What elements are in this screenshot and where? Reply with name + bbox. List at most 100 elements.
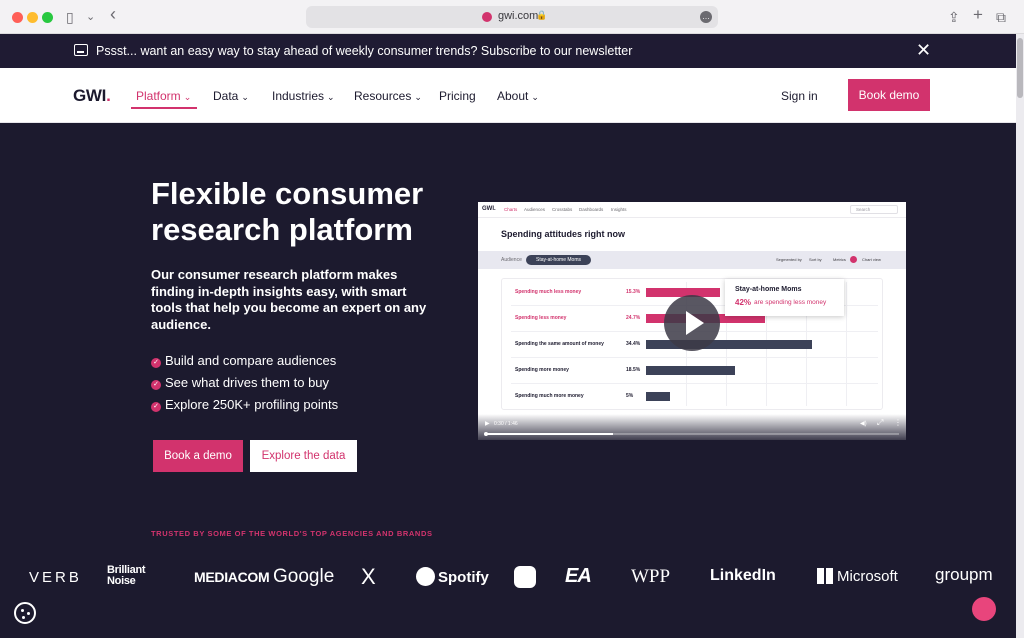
video-time: 0:30 / 1:46: [494, 421, 518, 427]
video-tab: Insights: [611, 207, 627, 212]
menu-icon[interactable]: ⋮: [894, 418, 902, 427]
product-video[interactable]: GWI. Charts Audiences Crosstabs Dashboar…: [478, 202, 906, 440]
video-chart-title: Spending attitudes right now: [501, 229, 625, 239]
video-control-label: Metrics: [833, 257, 846, 262]
volume-icon[interactable]: ◀): [860, 420, 867, 427]
scrollbar-thumb[interactable]: [1017, 38, 1023, 98]
chevron-down-icon: ⌄: [531, 92, 539, 102]
feature-bullet: ✓ Explore 250K+ profiling points: [151, 397, 338, 412]
metrics-badge: [850, 256, 857, 263]
brand-logo-google: Google: [273, 566, 335, 587]
close-window-button[interactable]: [12, 12, 23, 23]
chevron-down-icon: ⌄: [414, 92, 422, 102]
chart-row-label: Spending much more money: [515, 393, 584, 399]
maximize-window-button[interactable]: [42, 12, 53, 23]
video-control-label: Chart view: [862, 257, 881, 262]
newsletter-banner-text[interactable]: Pssst... want an easy way to stay ahead …: [96, 44, 632, 58]
close-icon[interactable]: ✕: [916, 40, 931, 61]
url-text: gwi.com: [498, 10, 539, 22]
new-tab-icon[interactable]: +: [973, 6, 983, 24]
check-icon: ✓: [151, 358, 161, 368]
check-icon: ✓: [151, 380, 161, 390]
brand-logo-linkedin: LinkedIn: [710, 567, 776, 584]
video-tab: Dashboards: [579, 207, 604, 212]
snapchat-icon: [514, 566, 536, 588]
spotify-icon: [416, 567, 435, 586]
chart-bar: [646, 392, 670, 401]
nav-active-indicator: [131, 107, 197, 109]
back-icon[interactable]: ‹: [110, 5, 116, 23]
fullscreen-icon[interactable]: ⤢: [877, 418, 883, 428]
video-tab: Charts: [504, 207, 518, 212]
video-tab: Audiences: [524, 207, 546, 212]
newsletter-icon: [74, 44, 88, 56]
page-scrollbar[interactable]: [1016, 34, 1024, 638]
brand-logo-groupm: groupm: [935, 565, 993, 584]
video-logo: GWI.: [482, 206, 496, 212]
brand-logo-verb: VERB: [29, 569, 82, 586]
video-controls: [478, 414, 906, 440]
feature-bullet: ✓ See what drives them to buy: [151, 375, 329, 390]
main-navigation: GWI. Platform ⌄ Data ⌄ Industries ⌄ Resourc…: [0, 68, 1016, 123]
chart-row-value: 18.5%: [626, 367, 641, 373]
microsoft-icon: [817, 568, 833, 584]
feature-bullet: ✓ Build and compare audiences: [151, 353, 336, 368]
grid-line: [846, 282, 847, 406]
tab-overview-icon[interactable]: ⧉: [996, 8, 1006, 26]
chart-row-divider: [511, 357, 878, 358]
book-demo-button[interactable]: Book demo: [848, 79, 930, 111]
chart-row-label: Spending the same amount of money: [515, 341, 604, 347]
cookie-settings-icon[interactable]: [14, 602, 36, 624]
chart-tooltip: Stay-at-home Moms 42% are spending less …: [725, 279, 844, 316]
chart-row-value: 15.3%: [626, 289, 641, 295]
hero-title: Flexible consumer research platform: [151, 176, 424, 247]
chevron-down-icon[interactable]: ⌄: [86, 8, 95, 26]
chevron-down-icon: ⌄: [327, 92, 335, 102]
video-progress-track[interactable]: [485, 433, 899, 435]
explore-data-button[interactable]: Explore the data: [250, 440, 357, 472]
trusted-by-label: TRUSTED BY SOME OF THE WORLD'S TOP AGENC…: [151, 529, 433, 538]
brand-logo-ea: EA: [565, 565, 592, 587]
tooltip-percentage: 42%: [735, 298, 752, 307]
share-icon[interactable]: ⇪: [948, 8, 960, 26]
video-progress-handle[interactable]: [484, 432, 488, 436]
browser-toolbar: ▯ ⌄ ‹ gwi.com 🔒 … ⇪ + ⧉: [0, 0, 1024, 34]
chat-widget-icon[interactable]: [972, 597, 996, 621]
newsletter-banner: Pssst... want an easy way to stay ahead …: [0, 34, 1016, 68]
chart-row-value: 34.4%: [626, 341, 641, 347]
play-icon[interactable]: ▶: [485, 420, 490, 427]
nav-item-data[interactable]: Data ⌄: [213, 89, 249, 103]
gwi-logo[interactable]: GWI.: [73, 86, 111, 106]
chart-bar: [646, 366, 735, 375]
video-app-header: GWI. Charts Audiences Crosstabs Dashboar…: [478, 202, 906, 218]
nav-item-resources[interactable]: Resources ⌄: [354, 89, 422, 103]
tooltip-title: Stay-at-home Moms: [735, 286, 802, 293]
video-audience-bar: Audience Stay-at-home Moms Segmented by …: [478, 251, 906, 269]
nav-item-platform[interactable]: Platform ⌄: [136, 89, 191, 103]
chart-row-divider: [511, 383, 878, 384]
tooltip-text: are spending less money: [754, 299, 827, 306]
more-options-icon[interactable]: …: [700, 11, 712, 23]
brand-logo-x: X: [361, 564, 376, 589]
brand-logo-mediacom: MEDIACOM: [194, 569, 270, 585]
video-search-field: Search: [850, 205, 898, 214]
play-button-icon[interactable]: [664, 295, 720, 351]
audience-label: Audience: [501, 257, 522, 263]
nav-item-about[interactable]: About ⌄: [497, 89, 539, 103]
brand-logo-brilliant-noise: Brilliant Noise: [107, 564, 146, 587]
book-a-demo-button[interactable]: Book a demo: [153, 440, 243, 472]
chart-row-value: 5%: [626, 393, 634, 399]
video-progress-fill: [485, 433, 614, 435]
sidebar-icon[interactable]: ▯: [66, 8, 74, 26]
audience-pill: Stay-at-home Moms: [526, 255, 591, 265]
address-bar[interactable]: gwi.com 🔒 …: [306, 6, 718, 28]
brand-logo-spotify: Spotify: [416, 567, 489, 586]
video-tab: Crosstabs: [552, 207, 573, 212]
nav-item-industries[interactable]: Industries ⌄: [272, 89, 335, 103]
chart-row-label: Spending less money: [515, 315, 567, 321]
brand-logo-wpp: WPP: [631, 566, 671, 587]
minimize-window-button[interactable]: [27, 12, 38, 23]
nav-item-pricing[interactable]: Pricing: [439, 89, 476, 103]
sign-in-link[interactable]: Sign in: [781, 89, 818, 103]
chart-row-label: Spending much less money: [515, 289, 582, 295]
